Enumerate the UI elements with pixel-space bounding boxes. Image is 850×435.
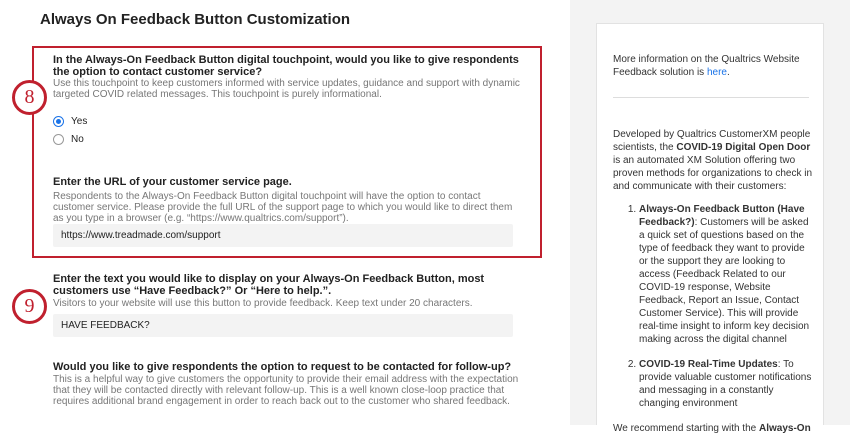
list-item: COVID-19 Real-Time Updates: To provide v… bbox=[639, 358, 813, 410]
page-title: Always On Feedback Button Customization bbox=[40, 11, 351, 28]
question-button-text-description: Visitors to your website will use this b… bbox=[53, 298, 473, 309]
url-input[interactable] bbox=[53, 224, 513, 247]
button-text-input[interactable] bbox=[53, 314, 513, 337]
radio-yes-circle[interactable] bbox=[53, 116, 64, 127]
methods-list: Always-On Feedback Button (Have Feedback… bbox=[639, 203, 813, 410]
info-text: More information on the Qualtrics Websit… bbox=[613, 54, 800, 78]
step-badge-9: 9 bbox=[12, 289, 47, 324]
question-contact-service: In the Always-On Feedback Button digital… bbox=[53, 54, 519, 78]
question-followup: Would you like to give respondents the o… bbox=[53, 361, 512, 373]
recommend-text: We recommend starting with the Always-On bbox=[613, 423, 811, 434]
info-card: More information on the Qualtrics Websit… bbox=[596, 23, 824, 434]
radio-no[interactable]: No bbox=[53, 134, 84, 145]
question-button-text: Enter the text you would like to display… bbox=[53, 273, 485, 297]
here-link[interactable]: here bbox=[707, 67, 727, 78]
step-badge-8: 8 bbox=[12, 80, 47, 115]
divider bbox=[613, 97, 809, 98]
radio-yes-label: Yes bbox=[71, 116, 88, 127]
question-followup-description: This is a helpful way to give customers … bbox=[53, 374, 519, 407]
question-url: Enter the URL of your customer service p… bbox=[53, 176, 292, 188]
main-content: Always On Feedback Button Customization … bbox=[0, 0, 570, 425]
intro-text: Developed by Qualtrics CustomerXM people… bbox=[613, 128, 813, 435]
list-item: Always-On Feedback Button (Have Feedback… bbox=[639, 203, 813, 346]
radio-yes[interactable]: Yes bbox=[53, 116, 87, 127]
question-url-description: Respondents to the Always-On Feedback Bu… bbox=[53, 191, 513, 224]
question-contact-service-description: Use this touchpoint to keep customers in… bbox=[53, 78, 520, 100]
radio-no-label: No bbox=[71, 134, 84, 145]
info-sidebar: More information on the Qualtrics Websit… bbox=[570, 0, 850, 434]
radio-no-circle[interactable] bbox=[53, 134, 64, 145]
